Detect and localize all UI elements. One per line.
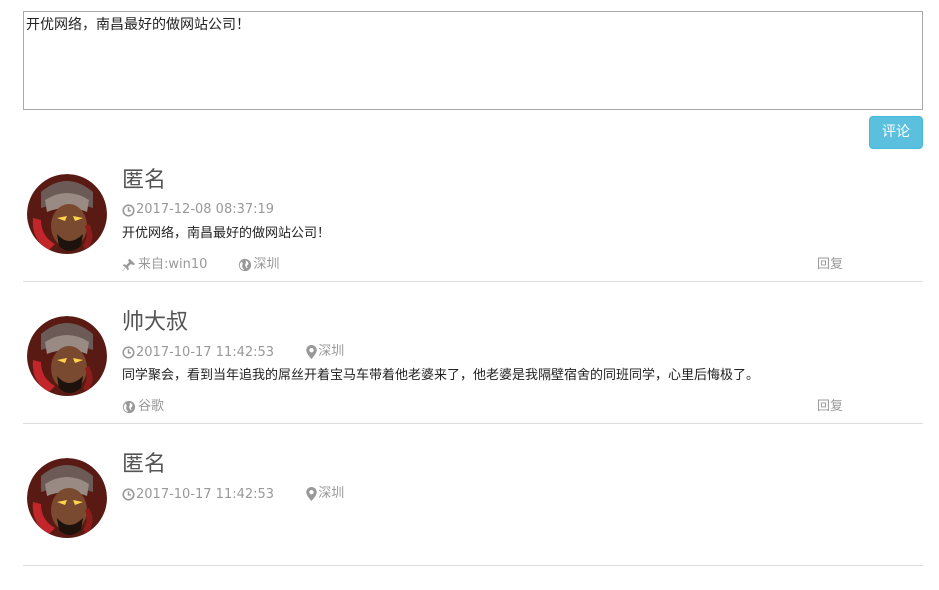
- comment-section: 开优网络，南昌最好的做网站公司！ 评论 匿名 2017-12-08 08:37:…: [23, 11, 923, 590]
- comment-place: 深圳: [238, 256, 280, 274]
- comment-text: 开优网络，南昌最好的做网站公司！: [122, 226, 331, 241]
- comment-source-text: 谷歌: [138, 399, 165, 414]
- comment-source-text: 来自:win10: [138, 257, 208, 272]
- comment-body: 帅大叔 2017-10-17 11:42:53 深圳 同学聚会，看到当年追我的屌…: [122, 306, 923, 414]
- comment-meta: 2017-12-08 08:37:19: [122, 201, 923, 219]
- avatar-image: [27, 458, 107, 538]
- comment-footer: 谷歌 回复: [122, 398, 923, 420]
- comment-location: 深圳: [306, 485, 344, 503]
- reply-button[interactable]: 回复: [817, 256, 843, 274]
- comment-time: 2017-10-17 11:42:53: [122, 344, 274, 362]
- map-marker-icon: [306, 487, 317, 501]
- avatar-image: [27, 174, 107, 254]
- comment-time-text: 2017-10-17 11:42:53: [136, 486, 275, 502]
- comment-location-text: 深圳: [318, 344, 345, 359]
- clock-icon: [122, 346, 135, 359]
- submit-row: 评论: [23, 110, 923, 150]
- comment-time-text: 2017-12-08 08:37:19: [136, 202, 275, 217]
- avatar[interactable]: [27, 316, 107, 396]
- comment-footer: 来自:win10 深圳 回复: [122, 256, 923, 278]
- comment-time-text: 2017-10-17 11:42:53: [136, 344, 275, 360]
- comment-item: 帅大叔 2017-10-17 11:42:53 深圳 同学聚会，看到当年追我的屌…: [23, 306, 923, 424]
- comment-author: 帅大叔: [122, 310, 189, 335]
- comment-source: 谷歌: [122, 398, 164, 416]
- map-marker-icon: [306, 345, 317, 359]
- reply-button[interactable]: 回复: [817, 398, 843, 416]
- comment-time: 2017-12-08 08:37:19: [122, 201, 274, 219]
- clock-icon: [122, 203, 135, 217]
- comment-author: 匿名: [122, 452, 167, 477]
- comment-location-text: 深圳: [318, 486, 345, 501]
- comment-meta: 2017-10-17 11:42:53 深圳: [122, 343, 923, 361]
- avatar[interactable]: [27, 174, 107, 254]
- comment-item: 匿名 2017-10-17 11:42:53 深圳: [23, 448, 923, 566]
- comment-submit-button[interactable]: 评论: [869, 116, 923, 149]
- avatar-image: [27, 316, 107, 396]
- comment-place-text: 深圳: [253, 257, 280, 272]
- avatar[interactable]: [27, 458, 107, 538]
- comment-list: 匿名 2017-12-08 08:37:19 开优网络，南昌最好的做网站公司！: [23, 164, 923, 566]
- globe-icon: [122, 400, 136, 414]
- globe-icon: [238, 258, 251, 272]
- comment-location: 深圳: [306, 343, 344, 361]
- comment-body: 匿名 2017-12-08 08:37:19 开优网络，南昌最好的做网站公司！: [122, 164, 923, 272]
- comment-text: 同学聚会，看到当年追我的屌丝开着宝马车带着他老婆来了，他老婆是我隔壁宿舍的同班同…: [122, 368, 760, 383]
- comment-item: 匿名 2017-12-08 08:37:19 开优网络，南昌最好的做网站公司！: [23, 164, 923, 282]
- clock-icon: [122, 488, 135, 501]
- comment-time: 2017-10-17 11:42:53: [122, 486, 274, 504]
- pin-icon: [122, 258, 136, 272]
- comment-input[interactable]: 开优网络，南昌最好的做网站公司！: [23, 11, 923, 110]
- comment-author: 匿名: [122, 168, 167, 193]
- comment-body: 匿名 2017-10-17 11:42:53 深圳: [122, 448, 923, 503]
- comment-meta: 2017-10-17 11:42:53 深圳: [122, 485, 923, 503]
- comment-source: 来自:win10: [122, 256, 207, 274]
